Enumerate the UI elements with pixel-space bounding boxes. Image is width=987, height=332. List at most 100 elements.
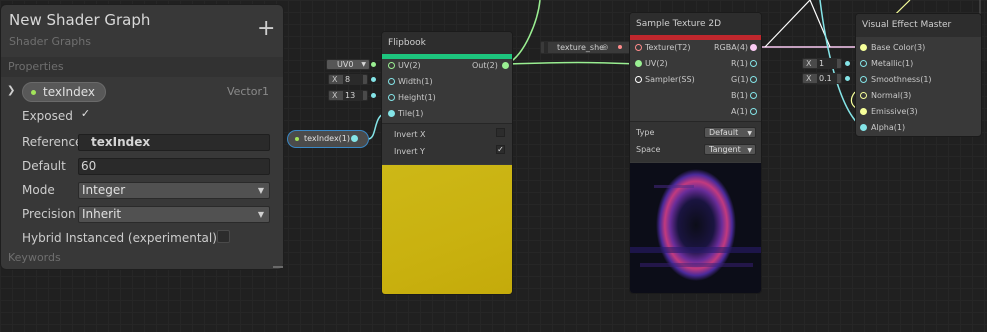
uv-input-port-icon[interactable]: [635, 60, 642, 67]
g-output-port-icon[interactable]: [750, 76, 757, 83]
metallic-input[interactable]: X 1: [802, 58, 842, 69]
texture-input-port-icon[interactable]: [635, 44, 642, 51]
rgba-output-label: RGBA(4): [714, 43, 749, 52]
wire-flipbook-out: [506, 61, 638, 65]
type-value: Default: [709, 128, 739, 137]
smoothness-input[interactable]: X 0.1: [802, 73, 842, 84]
property-node-label: texIndex(1): [304, 134, 351, 143]
alpha-label: Alpha(1): [871, 123, 906, 132]
height-input-label: Height(1): [398, 93, 436, 102]
reference-input[interactable]: texIndex: [78, 134, 270, 151]
out-output-port-icon[interactable]: [502, 62, 509, 69]
height-input[interactable]: X 13: [328, 90, 368, 101]
node-title[interactable]: Flipbook: [382, 32, 512, 54]
property-pill[interactable]: texIndex: [22, 82, 107, 102]
default-input[interactable]: 60: [78, 158, 270, 175]
resize-handle[interactable]: [273, 266, 283, 268]
width-input-port-icon[interactable]: [388, 78, 395, 85]
b-output-port-icon[interactable]: [750, 92, 757, 99]
r-output-port-icon[interactable]: [750, 60, 757, 67]
width-value[interactable]: 8: [343, 75, 363, 84]
properties-section-header[interactable]: Properties: [1, 57, 283, 77]
texture-noise-band: [630, 247, 761, 253]
texture-input-label: Texture(T2): [645, 43, 691, 52]
type-dropdown[interactable]: Default ▼: [704, 127, 756, 138]
sampler-input-port-icon[interactable]: [635, 76, 642, 83]
hybrid-instanced-label: Hybrid Instanced (experimental): [22, 231, 217, 245]
texture-thumbnail: [544, 42, 548, 53]
smoothness-port-icon[interactable]: [860, 76, 867, 83]
exposed-checkbox[interactable]: ✓: [79, 108, 92, 121]
texindex-property-node[interactable]: texIndex(1): [287, 130, 369, 148]
a-output-label: A(1): [731, 107, 748, 116]
chevron-down-icon: ▼: [361, 61, 366, 68]
add-property-button[interactable]: +: [257, 18, 275, 40]
chevron-down-icon: ▼: [257, 186, 264, 195]
height-value[interactable]: 13: [343, 91, 363, 100]
texture-asset-field[interactable]: texture_she ◎: [540, 41, 631, 54]
rgba-output-port-icon[interactable]: [750, 44, 757, 51]
property-type: Vector1: [226, 85, 269, 98]
texture-noise-band: [640, 263, 753, 267]
space-value: Tangent: [709, 145, 741, 154]
property-row-texindex[interactable]: ❯ texIndex Vector1: [1, 81, 283, 103]
width-input[interactable]: X 8: [328, 74, 368, 85]
metallic-port-icon[interactable]: [860, 60, 867, 67]
mode-value: Integer: [82, 183, 126, 197]
base-color-port-icon[interactable]: [860, 44, 867, 51]
visual-effect-master-node[interactable]: Visual Effect Master Base Color(3) Metal…: [855, 13, 982, 137]
invert-x-checkbox[interactable]: [496, 128, 505, 137]
chevron-down-icon: ▼: [747, 147, 752, 154]
flipbook-node[interactable]: Flipbook UV(2) Width(1) Height(1) Tile(1…: [381, 31, 513, 295]
out-output-label: Out(2): [472, 61, 498, 70]
normal-label: Normal(3): [871, 91, 912, 100]
uv-channel-dropdown[interactable]: UV0 ▼: [326, 59, 370, 70]
texture-preview: [630, 163, 761, 293]
node-title[interactable]: Visual Effect Master: [856, 14, 981, 37]
normal-port-icon[interactable]: [860, 92, 867, 99]
sample-texture-2d-node[interactable]: Sample Texture 2D Texture(T2) UV(2) Samp…: [629, 12, 762, 294]
space-label: Space: [636, 145, 661, 154]
space-dropdown[interactable]: Tangent ▼: [704, 144, 756, 155]
emissive-port-icon[interactable]: [860, 108, 867, 115]
precision-label: Precision: [22, 207, 76, 221]
smoothness-value[interactable]: 0.1: [817, 74, 837, 83]
a-output-port-icon[interactable]: [750, 108, 757, 115]
expand-caret-icon[interactable]: ❯: [7, 85, 15, 96]
keywords-section-header[interactable]: Keywords: [1, 248, 283, 268]
mode-dropdown[interactable]: Integer ▼: [78, 182, 270, 199]
texture-chip-port-icon: [618, 45, 622, 49]
uv-input-port-icon[interactable]: [388, 62, 395, 69]
graph-path: Shader Graphs: [9, 35, 91, 48]
tile-input-label: Tile(1): [398, 109, 424, 118]
b-output-label: B(1): [731, 91, 748, 100]
sampler-input-label: Sampler(SS): [645, 75, 695, 84]
uv-input-label: UV(2): [398, 61, 421, 70]
hybrid-instanced-checkbox[interactable]: [217, 230, 230, 243]
node-color-bar: [382, 54, 512, 59]
invert-y-checkbox[interactable]: ✓: [496, 145, 505, 154]
width-input-label: Width(1): [398, 77, 433, 86]
reference-label: Reference: [22, 135, 83, 149]
tile-input-port-icon[interactable]: [388, 110, 395, 117]
precision-dropdown[interactable]: Inherit ▼: [78, 206, 270, 223]
r-output-label: R(1): [731, 59, 748, 68]
node-title[interactable]: Sample Texture 2D: [630, 13, 761, 35]
g-output-label: G(1): [731, 75, 749, 84]
smoothness-label: Smoothness(1): [871, 75, 932, 84]
chevron-down-icon: ▼: [747, 130, 752, 137]
width-chip-port-icon: [371, 77, 376, 82]
property-name: texIndex: [43, 85, 96, 99]
metallic-value[interactable]: 1: [817, 59, 837, 68]
alpha-port-icon[interactable]: [860, 124, 867, 131]
invert-x-label: Invert X: [394, 130, 426, 139]
height-input-port-icon[interactable]: [388, 94, 395, 101]
object-picker-icon[interactable]: ◎: [602, 42, 608, 53]
output-port-icon[interactable]: [351, 135, 358, 142]
blackboard-panel: New Shader Graph Shader Graphs + Propert…: [0, 4, 284, 270]
texture-noise-band: [654, 185, 694, 188]
x-label: X: [806, 59, 812, 68]
texture-preview-image: [630, 169, 761, 281]
invert-y-label: Invert Y: [394, 147, 425, 156]
graph-title: New Shader Graph: [9, 11, 151, 29]
